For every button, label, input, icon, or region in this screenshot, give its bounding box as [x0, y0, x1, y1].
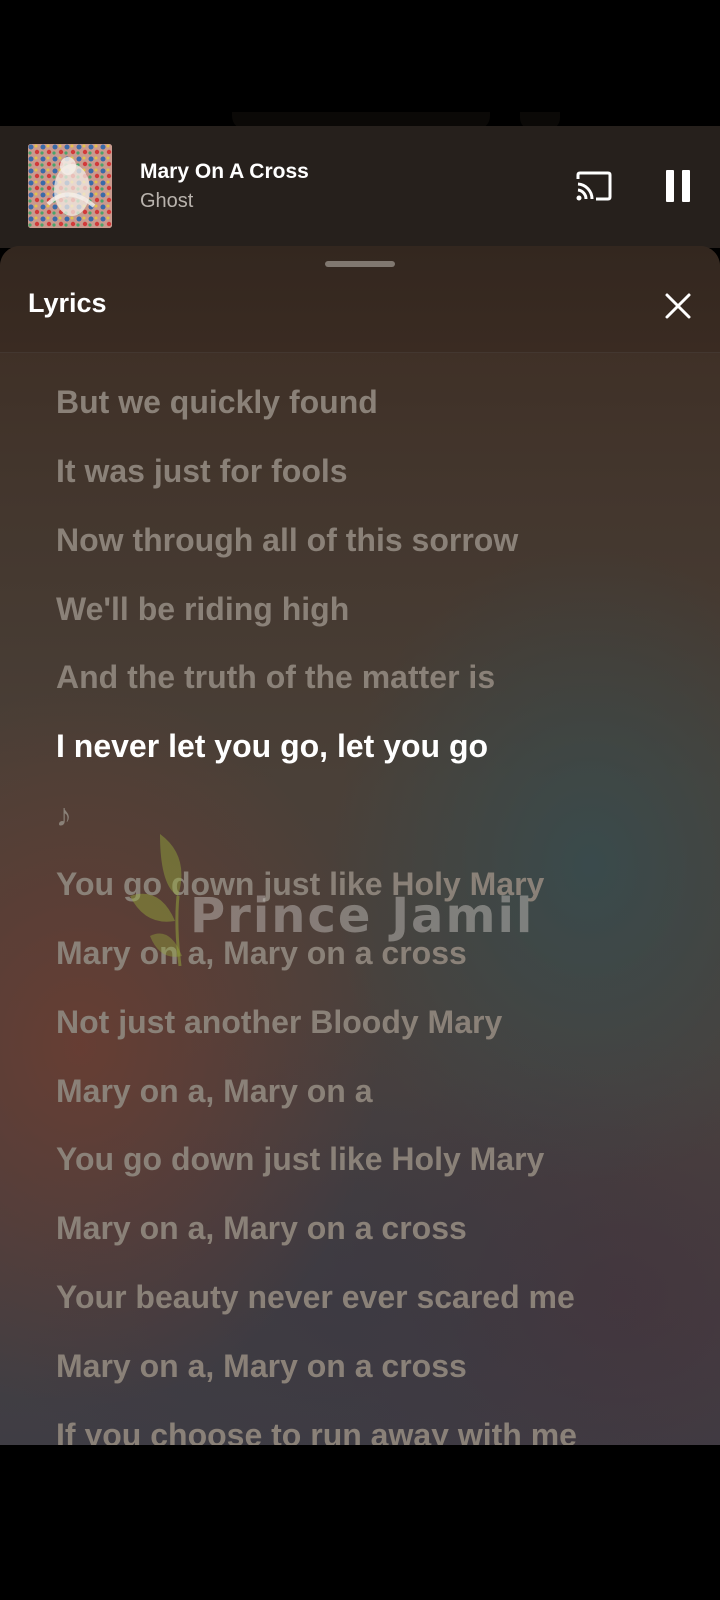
lyric-line-active[interactable]: I never let you go, let you go	[56, 726, 488, 766]
lyric-line[interactable]: You go down just like Holy Mary	[56, 1139, 544, 1179]
lyric-line[interactable]: You go down just like Holy Mary	[56, 864, 544, 904]
song-title[interactable]: Mary On A Cross	[140, 160, 309, 184]
lyrics-sheet[interactable]: Lyrics But we quickly found It was just …	[0, 246, 720, 1445]
lyric-line[interactable]: We'll be riding high	[56, 589, 349, 629]
pause-icon	[666, 170, 690, 202]
cast-button[interactable]	[570, 162, 618, 210]
close-button[interactable]	[654, 282, 702, 330]
lyric-line[interactable]: And the truth of the matter is	[56, 657, 495, 697]
lyric-line[interactable]: But we quickly found	[56, 382, 378, 422]
lyric-line[interactable]: It was just for fools	[56, 451, 348, 491]
status-bar	[0, 0, 720, 130]
song-artist[interactable]: Ghost	[140, 190, 193, 213]
lyric-line[interactable]: Now through all of this sorrow	[56, 520, 518, 560]
mini-player[interactable]: Mary On A Cross Ghost	[0, 126, 720, 248]
lyric-line[interactable]: Your beauty never ever scared me	[56, 1277, 575, 1317]
album-art-image[interactable]	[28, 144, 112, 228]
lyrics-title: Lyrics	[28, 288, 107, 318]
lyric-line-music-note[interactable]: ♪	[56, 795, 72, 835]
lyric-line[interactable]: Mary on a, Mary on a	[56, 1071, 373, 1111]
lyric-line[interactable]: Not just another Bloody Mary	[56, 1002, 502, 1042]
drag-handle[interactable]	[325, 261, 395, 267]
lyrics-list[interactable]: But we quickly found It was just for foo…	[0, 352, 720, 1445]
album-art-graphic	[28, 144, 112, 228]
lyrics-screen: Mary On A Cross Ghost Lyrics But we quic…	[0, 0, 720, 1600]
close-icon	[665, 293, 691, 319]
navigation-bar-area	[0, 1445, 720, 1600]
pause-button[interactable]	[654, 162, 702, 210]
lyric-line[interactable]: If you choose to run away with me	[56, 1415, 577, 1445]
lyric-line[interactable]: Mary on a, Mary on a cross	[56, 1346, 467, 1386]
lyric-line[interactable]: Mary on a, Mary on a cross	[56, 1208, 467, 1248]
lyric-line[interactable]: Mary on a, Mary on a cross	[56, 933, 467, 973]
cast-icon	[576, 171, 612, 201]
lyrics-sheet-header: Lyrics	[0, 246, 720, 353]
